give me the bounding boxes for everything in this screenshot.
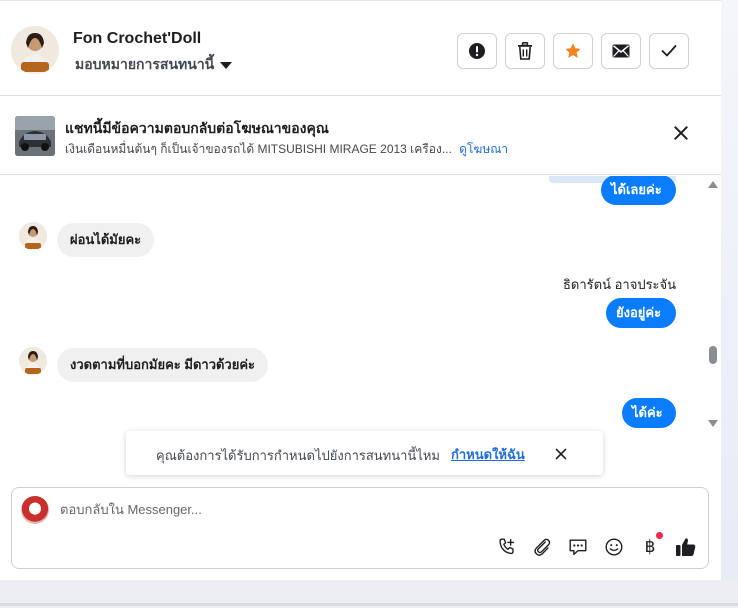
mark-unread-button[interactable] <box>601 33 641 69</box>
ad-thumbnail[interactable] <box>15 116 55 156</box>
envelope-icon <box>612 44 630 58</box>
message-bubble-outgoing[interactable]: ได้เลยค่ะ <box>601 176 676 205</box>
notification-dot <box>656 532 663 539</box>
call-icon <box>499 538 515 555</box>
view-ad-link[interactable]: ดูโฆษณา <box>459 142 508 156</box>
chevron-down-icon <box>220 61 233 69</box>
message-thread[interactable]: ได้เลยค่ะ ผ่อนได้มัยคะ ธิดารัตน์ อาจประจ… <box>0 176 721 431</box>
call-button[interactable] <box>495 535 519 559</box>
message-bubble-outgoing[interactable]: ได้ค่ะ <box>622 398 676 428</box>
page-avatar <box>21 496 49 524</box>
delete-button[interactable] <box>505 33 545 69</box>
ad-subtitle: เงินเดือนหมื่นต้นๆ ก็เป็นเจ้าของรถได้ MI… <box>65 140 508 159</box>
assign-conversation-dropdown[interactable]: มอบหมายการสนทนานี้ <box>75 54 233 76</box>
conversation-header: Fon Crochet'Doll มอบหมายการสนทนานี้ <box>0 1 721 96</box>
attach-button[interactable] <box>530 535 554 559</box>
star-icon <box>565 43 581 58</box>
assign-to-me-link[interactable]: กำหนดให้ฉัน <box>451 444 525 465</box>
close-ad-banner-button[interactable] <box>674 126 688 140</box>
contact-avatar-small <box>19 222 47 250</box>
report-button[interactable] <box>457 33 497 69</box>
dismiss-prompt-button[interactable] <box>555 448 566 459</box>
message-bubble-incoming[interactable]: ผ่อนได้มัยคะ <box>57 223 155 257</box>
window-bottom-edge <box>0 580 738 608</box>
window-edge <box>721 0 738 608</box>
star-button[interactable] <box>553 33 593 69</box>
ad-reply-banner: แชทนี้มีข้อความตอบกลับต่อโฆษณาของคุณ เงิ… <box>0 97 721 175</box>
saved-replies-icon <box>569 539 587 556</box>
attachment-icon <box>534 538 551 556</box>
assign-label: มอบหมายการสนทนานี้ <box>75 56 215 72</box>
like-button[interactable] <box>674 535 698 559</box>
contact-avatar-small <box>19 347 47 375</box>
sender-name: ธิดารัตน์ อาจประจัน <box>563 277 677 292</box>
ad-description: เงินเดือนหมื่นต้นๆ ก็เป็นเจ้าของรถได้ MI… <box>65 142 452 156</box>
conversation-panel: Fon Crochet'Doll มอบหมายการสนทนานี้ แชทน… <box>0 0 721 580</box>
mark-done-button[interactable] <box>649 33 689 69</box>
reply-input[interactable] <box>60 502 660 517</box>
like-icon <box>676 538 696 556</box>
emoji-button[interactable] <box>602 535 626 559</box>
close-icon <box>555 448 566 459</box>
ad-title: แชทนี้มีข้อความตอบกลับต่อโฆษณาของคุณ <box>65 120 329 136</box>
check-icon <box>661 45 677 57</box>
emoji-icon <box>605 538 623 556</box>
contact-avatar[interactable] <box>11 26 59 74</box>
trash-icon <box>518 42 532 60</box>
message-bubble-outgoing[interactable]: ยังอยู่ค่ะ <box>606 298 676 328</box>
message-bubble-incoming[interactable]: งวดตามที่บอกมัยคะ มีดาวด้วยค่ะ <box>57 348 269 382</box>
scroll-down-arrow[interactable] <box>708 420 718 427</box>
close-icon <box>674 126 688 140</box>
payment-icon: ฿ <box>644 537 656 557</box>
assignment-prompt: คุณต้องการได้รับการกำหนดไปยังการสนทนานี้… <box>126 431 603 475</box>
contact-name[interactable]: Fon Crochet'Doll <box>73 30 201 48</box>
scroll-up-arrow[interactable] <box>708 181 718 188</box>
saved-replies-button[interactable] <box>566 535 590 559</box>
scrollbar-thumb[interactable] <box>709 346 717 364</box>
reply-composer: ฿ <box>11 487 709 569</box>
assignment-prompt-text: คุณต้องการได้รับการกำหนดไปยังการสนทนานี้… <box>156 448 440 463</box>
alert-icon <box>469 43 485 59</box>
